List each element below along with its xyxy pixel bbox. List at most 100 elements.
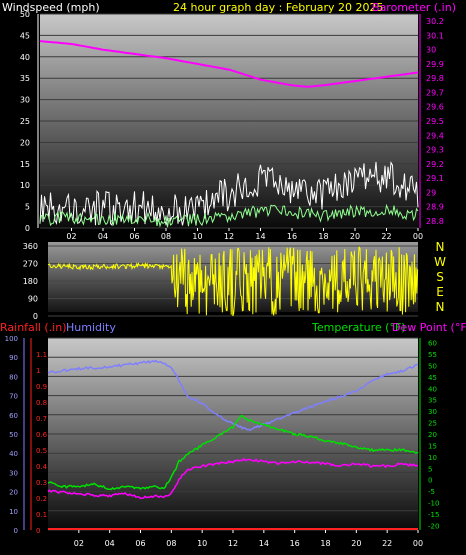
barometer-tick-label: 29: [426, 188, 436, 197]
wind-x-tick-label: 02: [66, 232, 76, 241]
humidity-tick-label: 90: [9, 354, 18, 362]
temperature-tick-label: 35: [428, 397, 437, 405]
direction-tick-label: 0: [33, 312, 38, 321]
wind-x-tick-label: 00: [413, 232, 423, 241]
temperature-tick-label: 60: [428, 340, 437, 348]
rainfall-axis-title: Rainfall (.in): [0, 321, 67, 334]
barometer-tick-label: 29.2: [426, 160, 444, 169]
wind-x-tick-label: 06: [129, 232, 139, 241]
humidity-tick-label: 80: [9, 373, 18, 381]
barometer-tick-label: 28.8: [426, 217, 444, 226]
barometer-tick-label: 29.3: [426, 146, 444, 155]
compass-letter: S: [436, 270, 444, 284]
climate-x-tick-label: 04: [105, 539, 115, 548]
rainfall-tick-label: 0: [36, 527, 40, 535]
windspeed-tick-label: 10: [20, 181, 30, 190]
barometer-tick-label: 28.9: [426, 203, 444, 212]
temperature-tick-label: 5: [428, 465, 432, 473]
direction-tick-label: 180: [23, 277, 38, 286]
humidity-tick-label: 40: [9, 450, 18, 458]
temperature-tick-label: -15: [428, 511, 439, 519]
wind-x-tick-label: 04: [98, 232, 108, 241]
wind-x-tick-label: 22: [381, 232, 391, 241]
climate-x-tick-label: 00: [413, 539, 423, 548]
wind-x-tick-label: 16: [287, 232, 297, 241]
rainfall-axis: 0 0.1 0.2 0.3 0.4 0.5 0.6 0.7 0.8 0.9 1 1.1: [30, 338, 48, 535]
wind-x-tick-label: 12: [224, 232, 234, 241]
rainfall-tick-label: 0.9: [36, 383, 47, 391]
temperature-tick-label: 25: [428, 420, 437, 428]
barometer-tick-label: 29.7: [426, 88, 444, 97]
climate-x-tick-label: 18: [320, 539, 330, 548]
humidity-tick-label: 50: [9, 431, 18, 439]
temperature-tick-label: 40: [428, 385, 437, 393]
barometer-tick-label: 29.6: [426, 103, 444, 112]
humidity-axis: 0 10 20 30 40 50 60 70 80 90 100: [5, 335, 25, 535]
compass-letter: N: [436, 300, 445, 314]
windspeed-tick-label: 30: [20, 96, 30, 105]
humidity-tick-label: 70: [9, 393, 18, 401]
barometer-tick-label: 30: [426, 46, 436, 55]
temperature-tick-label: 55: [428, 351, 437, 359]
humidity-tick-label: 30: [9, 469, 18, 477]
compass-letters: NWSEN: [434, 240, 446, 314]
humidity-tick-label: 100: [5, 335, 18, 343]
barometer-tick-label: 29.4: [426, 131, 444, 140]
rainfall-tick-label: 0.4: [36, 463, 48, 471]
climate-x-axis: 02 04 06 08 10 12 14 16 18 20 22 00: [74, 530, 423, 548]
humidity-tick-label: 0: [14, 527, 18, 535]
climate-x-tick-label: 06: [135, 539, 145, 548]
wind-x-axis: 02 04 06 08 10 12 14 16 18 20 22 00: [66, 228, 423, 241]
wind-x-tick-label: 08: [161, 232, 171, 241]
climate-x-tick-label: 14: [259, 539, 269, 548]
barometer-tick-label: 29.9: [426, 60, 444, 69]
temperature-tick-label: -20: [428, 522, 439, 530]
climate-x-tick-label: 20: [351, 539, 361, 548]
direction-tick-label: 90: [28, 295, 38, 304]
rainfall-tick-label: 0.7: [36, 415, 47, 423]
windspeed-axis: 0 5 10 15 20 25 30 35 40 45 50: [20, 10, 39, 233]
rainfall-tick-label: 0.1: [36, 511, 47, 519]
barometer-tick-label: 30.2: [426, 17, 444, 26]
windspeed-tick-label: 15: [20, 160, 30, 169]
humidity-tick-label: 60: [9, 412, 18, 420]
rainfall-tick-label: 0.3: [36, 479, 47, 487]
temperature-axis: -20 -15 -10 -5 0 5 10 15 20 25 30 35 40 45 50 55 60: [419, 338, 439, 530]
temperature-tick-label: 45: [428, 374, 437, 382]
temperature-tick-label: 50: [428, 362, 437, 370]
direction-axis: 0 90 180 270 360: [23, 242, 38, 321]
dewpoint-axis-title: Dew Point (°F): [392, 321, 466, 334]
humidity-tick-label: 20: [9, 489, 18, 497]
humidity-tick-label: 10: [9, 508, 18, 516]
windspeed-tick-label: 50: [20, 10, 30, 19]
rainfall-tick-label: 1: [36, 367, 40, 375]
climate-x-tick-label: 10: [197, 539, 207, 548]
barometer-tick-label: 29.1: [426, 174, 444, 183]
windspeed-tick-label: 5: [25, 203, 30, 212]
temperature-tick-label: 20: [428, 431, 437, 439]
climate-x-tick-label: 22: [382, 539, 392, 548]
temperature-tick-label: 10: [428, 454, 437, 462]
barometer-tick-label: 29.8: [426, 74, 444, 83]
temperature-tick-label: 0: [428, 477, 432, 485]
temperature-tick-label: 30: [428, 408, 437, 416]
weather-graph: Windspeed (mph) 24 hour graph day : Febr…: [0, 1, 466, 548]
rainfall-tick-label: 0.5: [36, 447, 47, 455]
climate-x-tick-label: 12: [228, 539, 238, 548]
climate-x-tick-label: 08: [166, 539, 176, 548]
temperature-tick-label: -5: [428, 488, 435, 496]
compass-letter: W: [434, 255, 446, 269]
climate-x-tick-label: 02: [74, 539, 84, 548]
barometer-axis: 28.8 28.9 29 29.1 29.2 29.3 29.4 29.5 29.6 29.7 29…: [419, 14, 444, 228]
barometer-tick-label: 29.5: [426, 117, 444, 126]
windspeed-tick-label: 35: [20, 74, 30, 83]
temperature-tick-label: 15: [428, 442, 437, 450]
windspeed-axis-title: Windspeed (mph): [2, 1, 100, 14]
windspeed-tick-label: 40: [20, 53, 30, 62]
humidity-axis-title: Humidity: [66, 321, 116, 334]
wind-x-tick-label: 14: [255, 232, 265, 241]
windspeed-tick-label: 20: [20, 138, 30, 147]
rainfall-tick-label: 1.1: [36, 351, 47, 359]
wind-x-tick-label: 10: [192, 232, 202, 241]
temperature-tick-label: -10: [428, 500, 439, 508]
